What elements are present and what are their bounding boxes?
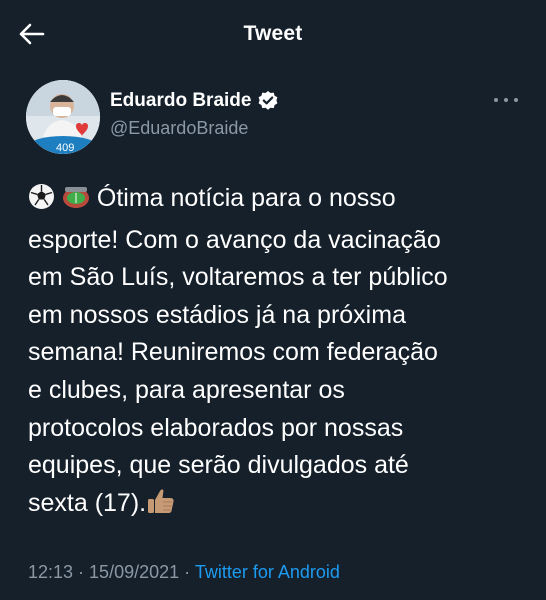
tweet-time[interactable]: 12:13 [28,562,73,582]
tweet-line: e clubes, para apresentar os [28,375,345,404]
author-display-name[interactable]: Eduardo Braide [110,90,251,112]
tweet-line: sexta (17). [28,488,147,517]
avatar-badge-number: 409 [56,142,74,154]
tweet-source-link[interactable]: Twitter for Android [195,562,340,582]
meta-separator: · [73,562,90,582]
soccer-ball-icon [28,183,55,222]
avatar[interactable]: 409 [26,80,100,154]
more-horizontal-icon [494,98,498,102]
more-options-button[interactable] [494,94,518,106]
tweet-line: protocolos elaborados por nossas [28,413,404,442]
author-handle[interactable]: @EduardoBraide [110,118,279,139]
meta-separator: · [179,562,195,582]
tweet-line: Ótima notícia para o nosso [89,184,396,212]
tweet-date[interactable]: 15/09/2021 [89,562,179,582]
arrow-left-icon [19,23,45,45]
tweet-text: Ótima notícia para o nosso esporte! Com … [28,180,518,526]
tweet-metadata: 12:13 · 15/09/2021 · Twitter for Android [28,562,340,583]
back-button[interactable] [14,16,50,52]
author-names: Eduardo Braide @EduardoBraide [110,90,279,139]
tweet-line: equipes, que serão divulgados até [28,451,409,480]
page-title: Tweet [243,22,303,45]
tweet-line: semana! Reuniremos com federação [28,338,438,367]
tweet-author: 409 Eduardo Braide @EduardoBraide [26,80,526,156]
tweet-line: em nossos estádios já na próxima [28,300,406,329]
top-bar: Tweet [0,0,546,68]
tweet-line: esporte! Com o avanço da vacinação [28,225,441,254]
tweet-line: em São Luís, voltaremos a ter público [28,263,448,292]
stadium-icon [62,183,90,222]
verified-badge-icon [257,90,279,112]
thumbs-up-icon [146,487,176,527]
